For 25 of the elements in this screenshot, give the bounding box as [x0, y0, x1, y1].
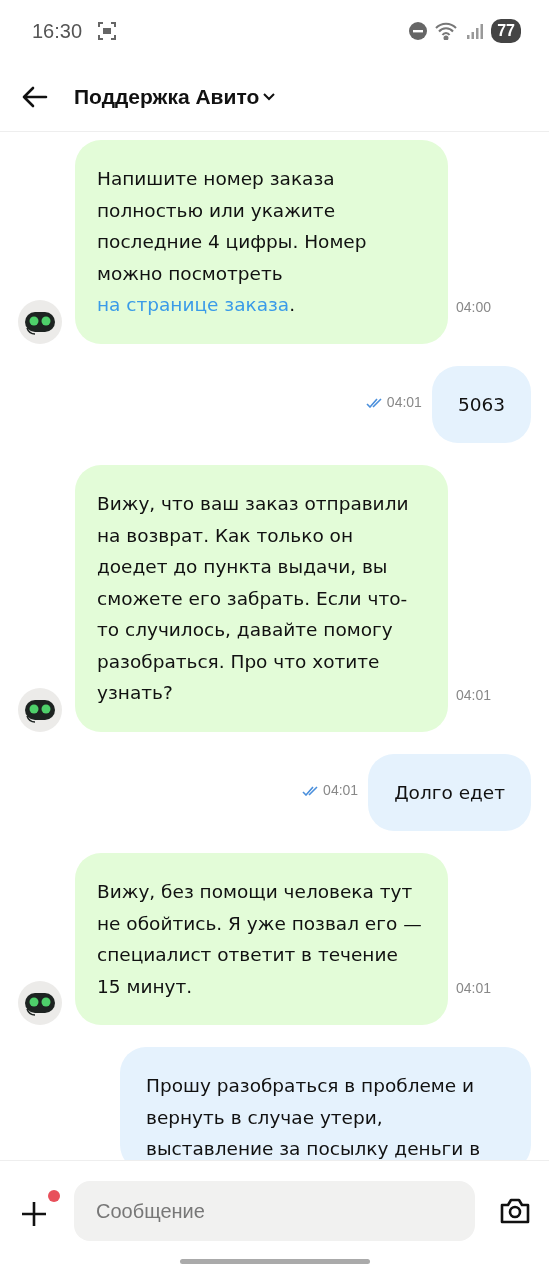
message-text: Напишите номер заказа полностью или укажите последние 4 цифры. Номер можно посмотреть на странице заказа. — [97, 168, 367, 315]
chevron-down-icon[interactable] — [263, 92, 276, 101]
back-arrow-icon[interactable] — [22, 85, 48, 108]
camera-icon[interactable] — [499, 1197, 531, 1225]
screenshot-icon — [98, 22, 117, 40]
message-time: 04:01 — [323, 781, 359, 800]
bot-avatar — [18, 687, 62, 732]
message-time: 04:00 — [456, 297, 492, 317]
message-text: Вижу, что ваш заказ отправили на возврат. Как только он доедет до пункта выдачи, вы сможете его забрать. Если что-то случилось, давайте помогу разобраться. Про что хотите узнать? — [97, 493, 409, 703]
signal-icon — [467, 23, 484, 39]
bot-avatar — [18, 981, 62, 1025]
message-time: 04:01 — [456, 685, 492, 705]
bot-avatar — [18, 299, 62, 344]
message-text: Долго едет — [394, 781, 505, 803]
do-not-disturb-icon — [409, 22, 428, 40]
message-text: Вижу, без помощи человека тут не обойтись. Я уже позвал его — специалист ответит в течение 15 минут. — [97, 881, 422, 997]
attach-button[interactable] — [20, 1200, 48, 1228]
message-time: 04:01 — [386, 393, 422, 412]
message-time: 04:01 — [456, 979, 492, 998]
message-text: 5063 — [457, 393, 505, 415]
message-text: Прошу разобраться в проблеме и вернуть в случае утери, выставление за посылку деньги в — [146, 1075, 481, 1159]
status-time: 16:30 — [32, 19, 83, 44]
message-input[interactable]: Сообщение — [74, 1181, 475, 1241]
chat-title[interactable]: Поддержка Авито — [74, 80, 260, 113]
battery-level: 77 — [491, 19, 521, 43]
